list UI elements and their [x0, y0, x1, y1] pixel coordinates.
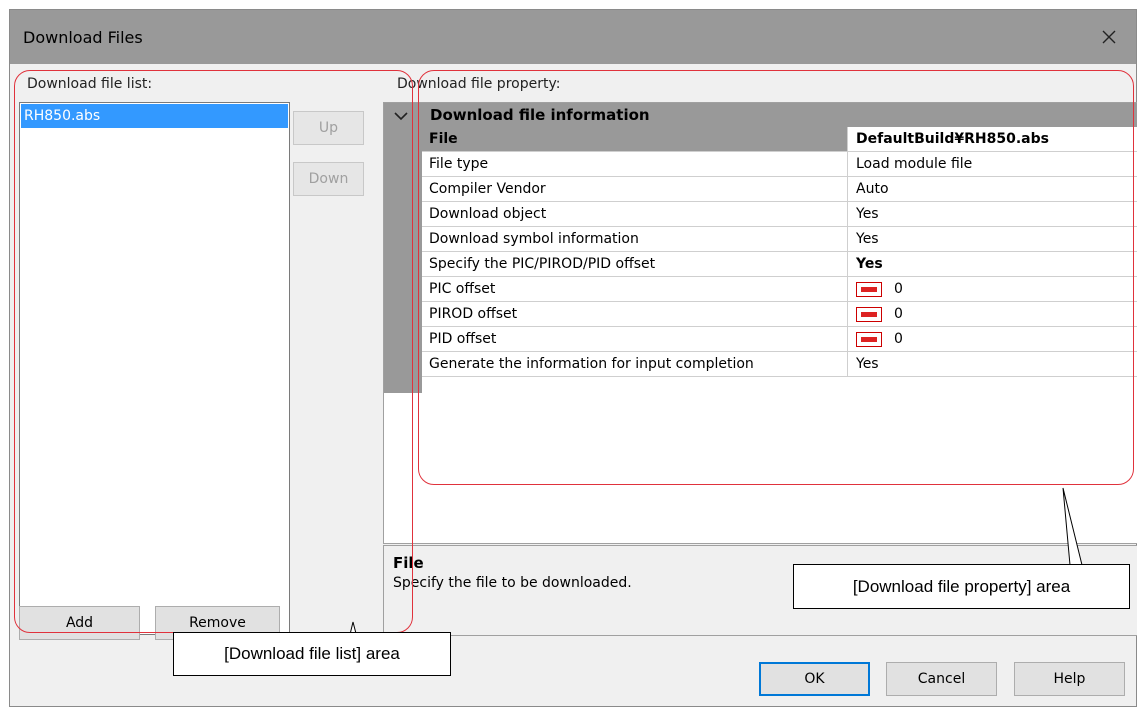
file-property-area-outline	[418, 70, 1134, 485]
file-list-area-callout: [Download file list] area	[173, 632, 451, 676]
ok-button[interactable]: OK	[759, 662, 870, 696]
window-title: Download Files	[23, 28, 143, 47]
close-icon	[1102, 30, 1116, 44]
description-text: Specify the file to be downloaded.	[393, 575, 632, 591]
help-button[interactable]: Help	[1014, 662, 1125, 696]
title-bar: Download Files	[10, 10, 1136, 64]
close-button[interactable]	[1082, 10, 1136, 64]
file-list-area-outline	[14, 70, 413, 633]
file-property-area-callout: [Download file property] area	[793, 564, 1130, 609]
cancel-button[interactable]: Cancel	[886, 662, 997, 696]
